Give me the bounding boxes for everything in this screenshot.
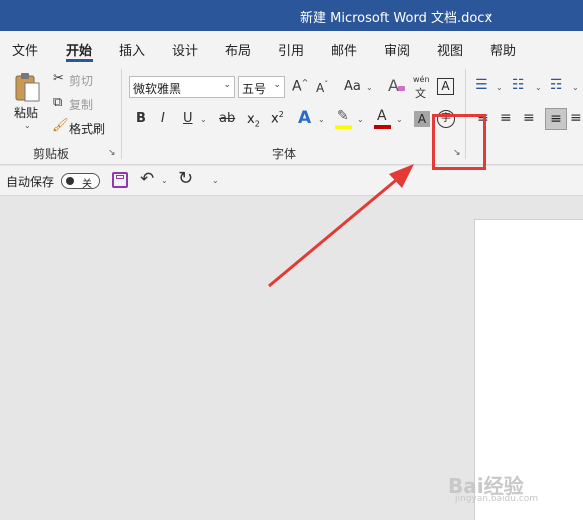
arrow-annotation bbox=[268, 164, 414, 288]
watermark-url: jingyan.baidu.com bbox=[455, 494, 539, 504]
